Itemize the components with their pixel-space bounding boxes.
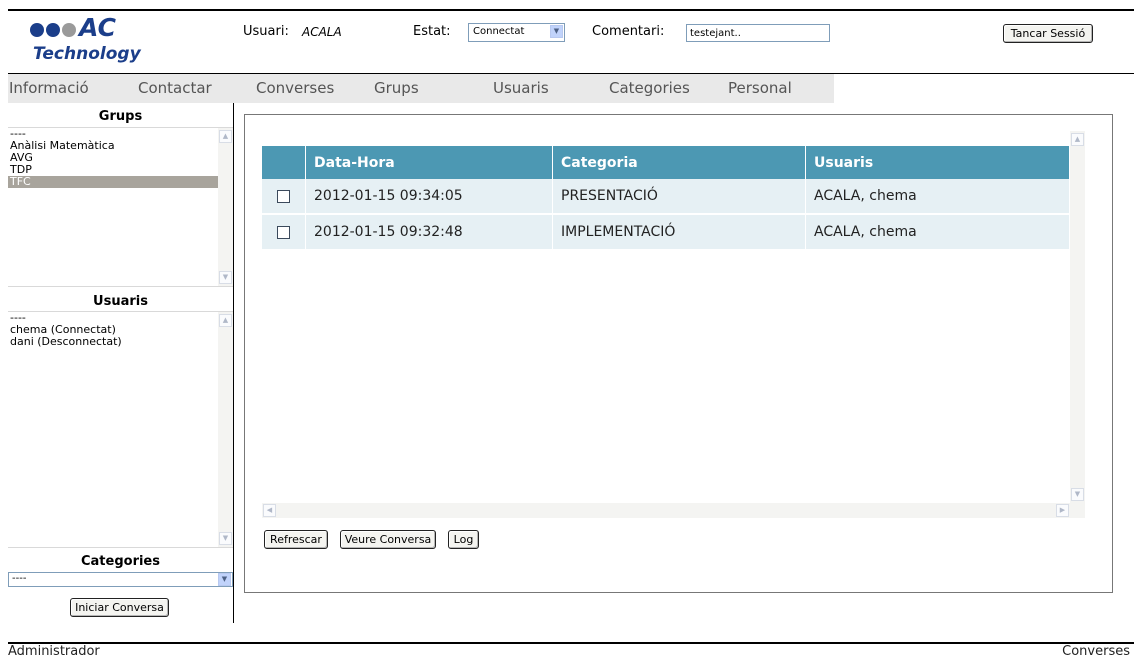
chevron-down-icon[interactable]: ▼ [218,573,231,586]
menu-item-personal[interactable]: Personal [728,79,792,97]
logo-dot-icon [46,23,60,37]
grid-vertical-scrollbar[interactable]: ▲ ▼ [1070,131,1085,503]
conversations-table: Data-Hora Categoria Usuaris 2012-01-15 0… [262,146,1069,251]
scroll-up-icon[interactable]: ▲ [219,314,232,327]
scrollbar-corner [1070,503,1085,518]
footer-role: Administrador [8,644,100,659]
top-divider [8,9,1134,11]
cell-category: PRESENTACIÓ [552,179,806,215]
table-row[interactable]: 2012-01-15 09:34:05 PRESENTACIÓ ACALA, c… [262,179,1069,215]
menu-item-grups[interactable]: Grups [374,79,419,97]
scroll-left-icon[interactable]: ◀ [263,504,276,517]
scroll-down-icon[interactable]: ▼ [219,271,232,284]
list-item[interactable]: AVG [8,152,233,164]
column-header-users[interactable]: Usuaris [805,146,1069,179]
log-button[interactable]: Log [448,530,479,549]
view-conversation-button[interactable]: Veure Conversa [340,530,436,549]
select-column-header [262,146,306,179]
footer-section: Converses [1062,644,1130,659]
logo-dot-icon [30,23,44,37]
scroll-down-icon[interactable]: ▼ [219,532,232,545]
main-menu: Informació Contactar Converses Grups Usu… [8,73,834,103]
status-select[interactable]: Connectat ▼ [468,23,565,42]
logo: AC Technology [30,13,160,65]
category-select-value: ---- [12,573,27,584]
cell-datetime: 2012-01-15 09:34:05 [305,179,553,215]
table-header-row: Data-Hora Categoria Usuaris [262,146,1069,179]
users-list[interactable]: ---- chema (Connectat) dani (Desconnecta… [8,311,233,548]
status-label: Estat: [413,24,451,39]
menu-item-categories[interactable]: Categories [609,79,690,97]
table-row[interactable]: 2012-01-15 09:32:48 IMPLEMENTACIÓ ACALA,… [262,214,1069,251]
row-checkbox-cell[interactable] [262,214,306,251]
users-scrollbar[interactable]: ▲ ▼ [218,312,233,547]
logo-brand: AC [79,13,116,42]
row-checkbox[interactable] [277,189,290,203]
groups-title: Grups [98,109,143,124]
comment-label: Comentari: [592,24,665,39]
grid-horizontal-scrollbar[interactable]: ◀ ▶ [262,503,1070,518]
menu-item-informacio[interactable]: Informació [9,79,89,97]
start-conversation-button[interactable]: Iniciar Conversa [70,598,169,617]
menu-item-converses[interactable]: Converses [256,79,334,97]
scroll-up-icon[interactable]: ▲ [219,130,232,143]
refresh-button[interactable]: Refrescar [264,530,328,549]
logo-subtitle: Technology [33,44,141,64]
list-item-selected[interactable]: TFC [8,176,219,188]
row-checkbox[interactable] [277,225,290,239]
column-header-category[interactable]: Categoria [552,146,806,179]
list-item[interactable]: dani (Desconnectat) [8,336,233,348]
category-select[interactable]: ---- ▼ [8,572,233,587]
comment-input[interactable]: testejant.. [686,24,830,42]
chevron-down-icon[interactable]: ▼ [550,25,563,38]
groups-scrollbar[interactable]: ▲ ▼ [218,128,233,286]
groups-list[interactable]: ---- Anàlisi Matemàtica AVG TDP TFC ▲ ▼ [8,127,233,287]
menu-item-usuaris[interactable]: Usuaris [493,79,549,97]
user-value: ACALA [302,25,342,39]
status-select-value: Connectat [473,26,525,37]
categories-title: Categories [80,554,160,569]
row-checkbox-cell[interactable] [262,179,306,215]
column-header-datetime[interactable]: Data-Hora [305,146,553,179]
scroll-up-icon[interactable]: ▲ [1071,133,1084,146]
menu-item-contactar[interactable]: Contactar [138,79,212,97]
scroll-down-icon[interactable]: ▼ [1071,488,1084,501]
footer-divider [8,642,1134,644]
users-title: Usuaris [93,294,148,309]
logout-button[interactable]: Tancar Sessió [1003,24,1093,43]
logo-dot-icon [62,23,76,37]
user-label: Usuari: [243,24,289,39]
scroll-right-icon[interactable]: ▶ [1056,504,1069,517]
cell-users: ACALA, chema [805,179,1069,215]
cell-datetime: 2012-01-15 09:32:48 [305,214,553,251]
list-item[interactable]: TDP [8,164,233,176]
list-item[interactable]: Anàlisi Matemàtica [8,140,233,152]
cell-category: IMPLEMENTACIÓ [552,214,806,251]
cell-users: ACALA, chema [805,214,1069,251]
